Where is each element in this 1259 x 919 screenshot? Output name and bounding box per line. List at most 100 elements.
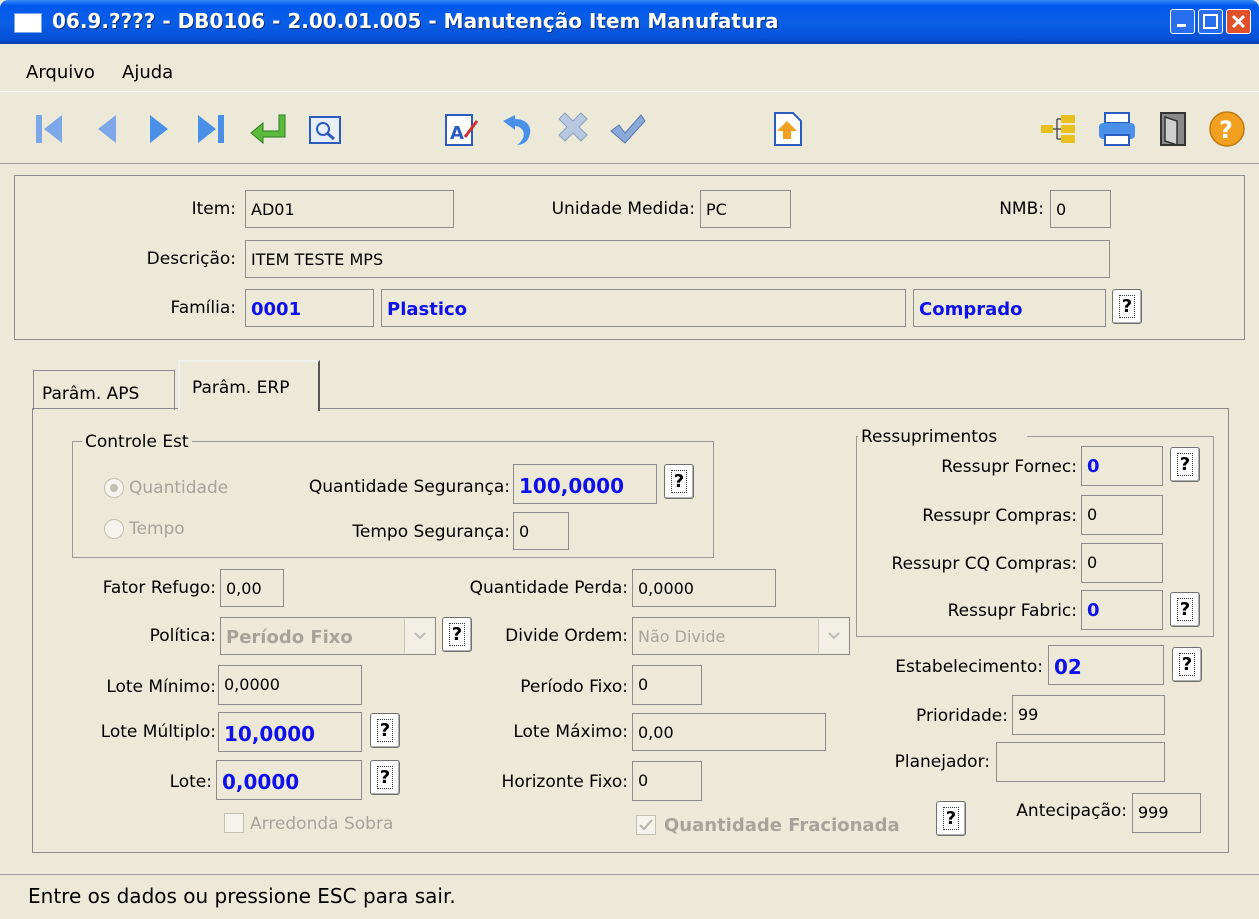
prioridade-label: Prioridade: (916, 706, 1008, 726)
ressupr-fornec-field[interactable]: 0 (1081, 446, 1163, 486)
confirm-button[interactable] (606, 107, 648, 151)
menu-bar (0, 44, 1259, 92)
item-label: Item: (191, 199, 236, 219)
quantidade-seguranca-help-button[interactable]: ? (664, 464, 694, 499)
tempo-seguranca-field[interactable]: 0 (513, 512, 569, 550)
tab-param-erp[interactable]: Parâm. ERP (178, 360, 320, 411)
periodo-fixo-label: Período Fixo: (520, 677, 628, 697)
edit-button[interactable]: A (440, 107, 482, 151)
familia-label: Família: (170, 298, 236, 318)
close-button[interactable] (1226, 9, 1251, 34)
tree-button[interactable] (1038, 107, 1080, 151)
lote-field[interactable]: 0,0000 (216, 760, 362, 800)
radio-tempo[interactable] (104, 519, 124, 539)
edit-icon: A (445, 114, 479, 146)
radio-quantidade[interactable] (104, 478, 124, 498)
undo-icon (503, 115, 531, 145)
maximize-button[interactable] (1198, 9, 1223, 34)
delete-button[interactable] (552, 107, 594, 151)
descricao-label: Descrição: (146, 249, 236, 269)
menu-ajuda[interactable]: Ajuda (122, 62, 173, 83)
quantidade-seguranca-field[interactable]: 100,0000 (513, 464, 657, 504)
arredonda-sobra-label: Arredonda Sobra (250, 814, 394, 834)
quantidade-seguranca-help-label: ? (670, 470, 688, 493)
tempo-seguranca-label: Tempo Segurança: (352, 522, 510, 542)
ressupr-fornec-label: Ressupr Fornec: (941, 457, 1077, 477)
import-button[interactable] (766, 107, 808, 151)
help-button[interactable]: ? (1206, 107, 1248, 151)
antecipacao-field[interactable]: 999 (1132, 793, 1201, 833)
estabelecimento-field[interactable]: 02 (1048, 645, 1164, 685)
familia-help-button-label: ? (1118, 295, 1136, 318)
search-button[interactable] (304, 107, 346, 151)
lote-help-button[interactable]: ? (370, 760, 400, 795)
tab-param-aps[interactable]: Parâm. APS (33, 370, 175, 410)
search-icon (309, 116, 341, 144)
descricao-field[interactable]: ITEM TESTE MPS (245, 240, 1110, 278)
nmb-field[interactable]: 0 (1050, 190, 1111, 228)
ressupr-fabric-help-button[interactable]: ? (1170, 592, 1200, 627)
quantidade-fracionada-label: Quantidade Fracionada (664, 815, 900, 836)
lote-multiplo-help-button[interactable]: ? (370, 713, 400, 748)
lote-minimo-field[interactable]: 0,0000 (218, 665, 362, 705)
menu-arquivo[interactable]: Arquivo (26, 62, 95, 83)
first-record-button[interactable] (28, 107, 70, 151)
print-button[interactable] (1096, 107, 1138, 151)
lote-label: Lote: (169, 772, 212, 792)
goto-button[interactable] (248, 107, 290, 151)
close-icon (1231, 14, 1246, 29)
ressupr-fabric-field[interactable]: 0 (1081, 590, 1163, 630)
import-icon (774, 112, 802, 146)
undo-button[interactable] (496, 107, 538, 151)
politica-select[interactable]: Período Fixo (220, 617, 436, 655)
last-record-button[interactable] (190, 107, 232, 151)
next-record-button[interactable] (138, 107, 180, 151)
quantidade-fracionada-checkbox[interactable] (636, 815, 656, 835)
estabelecimento-help-button[interactable]: ? (1172, 647, 1202, 682)
politica-label: Política: (149, 626, 216, 646)
goto-icon (250, 114, 286, 145)
planejador-field[interactable] (996, 742, 1165, 782)
window-icon (14, 13, 42, 33)
prioridade-field[interactable]: 99 (1012, 695, 1165, 735)
politica-dropdown-arrow[interactable] (404, 619, 434, 653)
familia-descricao-field: Plastico (381, 289, 906, 327)
estabelecimento-help-label: ? (1178, 653, 1196, 676)
politica-help-label: ? (448, 623, 466, 646)
lote-multiplo-field[interactable]: 10,0000 (218, 712, 362, 752)
lote-help-label: ? (376, 766, 394, 789)
divide-ordem-dropdown-arrow[interactable] (818, 619, 848, 653)
politica-help-button[interactable]: ? (442, 617, 472, 652)
tree-icon (1041, 115, 1075, 143)
quantidade-fracionada-help-label: ? (942, 807, 960, 830)
familia-help-button[interactable]: ? (1112, 289, 1142, 324)
ressupr-compras-field[interactable]: 0 (1081, 495, 1163, 535)
divide-ordem-select-value: Não Divide (638, 627, 726, 646)
previous-record-icon (98, 115, 116, 143)
periodo-fixo-field[interactable]: 0 (632, 665, 702, 705)
horizonte-fixo-field[interactable]: 0 (632, 761, 702, 801)
arredonda-sobra-checkbox[interactable] (224, 813, 244, 833)
next-record-icon (150, 115, 168, 143)
ressupr-cq-compras-label: Ressupr CQ Compras: (891, 554, 1077, 574)
ressupr-cq-compras-field[interactable]: 0 (1081, 543, 1163, 583)
lote-maximo-field[interactable]: 0,00 (632, 713, 826, 751)
unidade-medida-field[interactable]: PC (700, 190, 791, 228)
horizonte-fixo-label: Horizonte Fixo: (501, 772, 628, 792)
previous-record-button[interactable] (86, 107, 128, 151)
quantidade-perda-field[interactable]: 0,0000 (632, 569, 776, 607)
exit-button[interactable] (1152, 107, 1194, 151)
divide-ordem-select[interactable]: Não Divide (632, 617, 850, 655)
antecipacao-label: Antecipação: (1016, 801, 1127, 821)
item-field[interactable]: AD01 (245, 190, 454, 228)
ressupr-fabric-help-label: ? (1176, 598, 1194, 621)
fator-refugo-field[interactable]: 0,00 (220, 569, 284, 607)
print-icon (1099, 112, 1135, 146)
planejador-label: Planejador: (894, 752, 990, 772)
quantidade-fracionada-help-button[interactable]: ? (936, 801, 966, 836)
ressupr-fabric-label: Ressupr Fabric: (947, 601, 1077, 621)
minimize-button[interactable] (1170, 9, 1195, 34)
ressupr-compras-label: Ressupr Compras: (922, 506, 1077, 526)
familia-code-field[interactable]: 0001 (245, 289, 374, 327)
ressupr-fornec-help-button[interactable]: ? (1170, 447, 1200, 482)
